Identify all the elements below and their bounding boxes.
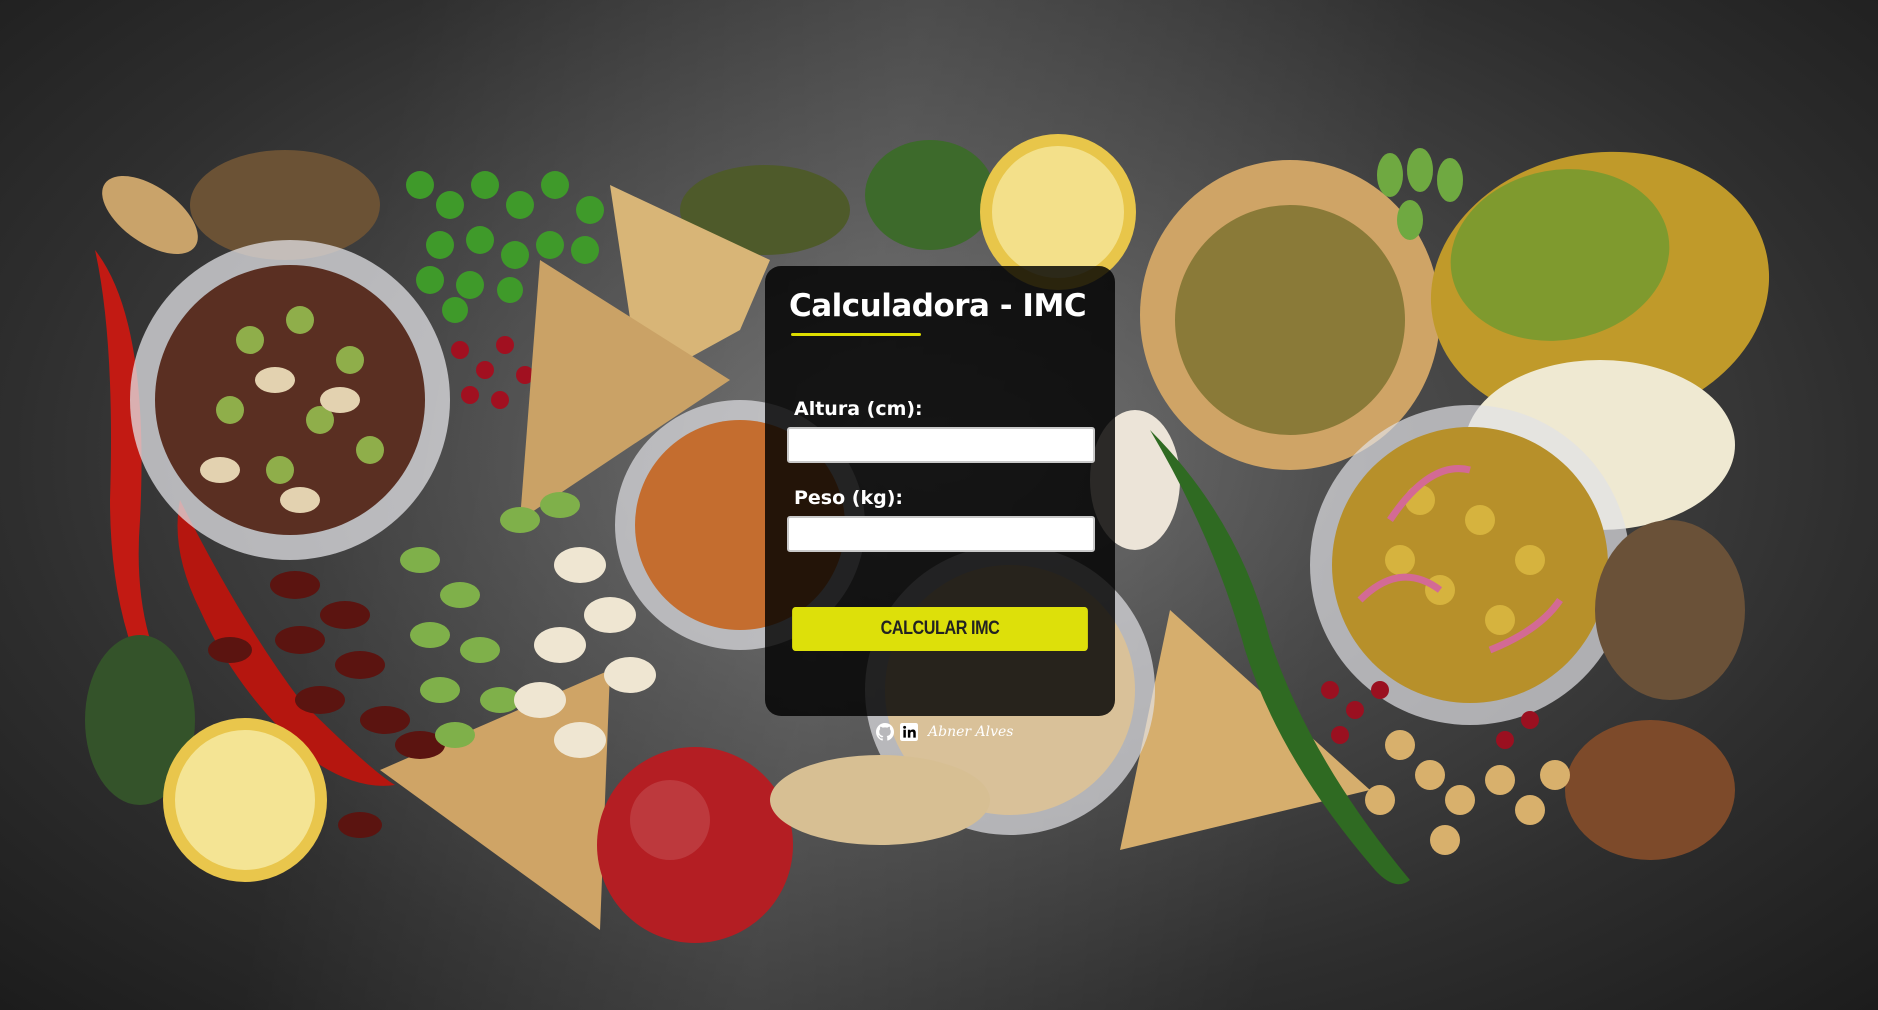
calculate-bmi-button[interactable]: CALCULAR IMC <box>792 607 1088 651</box>
weight-label: Peso (kg): <box>794 487 903 509</box>
github-icon[interactable] <box>876 723 894 741</box>
weight-input[interactable] <box>787 516 1095 552</box>
bmi-calculator-card: Calculadora - IMC Altura (cm): Peso (kg)… <box>765 266 1115 716</box>
linkedin-icon[interactable] <box>900 723 918 741</box>
height-label: Altura (cm): <box>794 398 923 420</box>
page-title: Calculadora - IMC <box>789 288 1087 324</box>
author-name: Abner Alves <box>928 724 1014 740</box>
height-input[interactable] <box>787 427 1095 463</box>
title-underline <box>791 333 921 336</box>
footer: Abner Alves <box>876 721 1013 743</box>
